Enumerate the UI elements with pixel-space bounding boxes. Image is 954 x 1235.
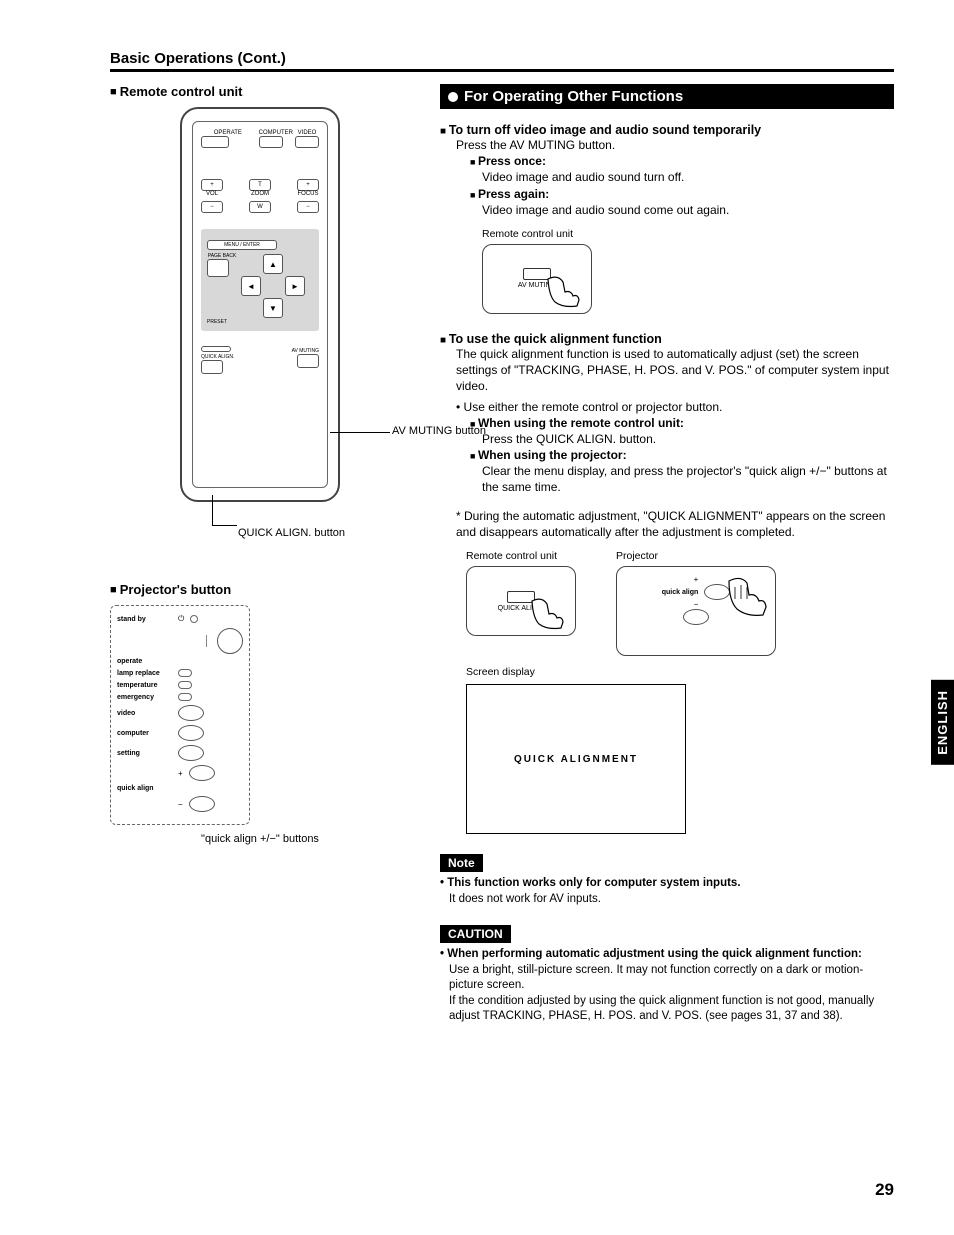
note-line1: This function works only for computer sy… bbox=[440, 877, 741, 889]
callout-av-muting: AV MUTING button bbox=[392, 425, 486, 437]
small-bar bbox=[201, 346, 231, 352]
av-muting-button bbox=[297, 354, 319, 368]
projector-illustration: stand by⏻ operate lamp replace temperatu… bbox=[110, 605, 250, 825]
caution-body1: Use a bright, still-picture screen. It m… bbox=[440, 963, 894, 994]
operate-button bbox=[201, 136, 229, 148]
sec2-body1: The quick alignment function is used to … bbox=[440, 346, 894, 395]
dpad-left: ◄ bbox=[241, 276, 261, 296]
zoom-w: W bbox=[249, 201, 271, 213]
bullet-icon bbox=[448, 92, 458, 102]
dpad-down: ▼ bbox=[263, 298, 283, 318]
section-bar: For Operating Other Functions bbox=[440, 84, 894, 109]
proj-standby: stand by bbox=[117, 616, 172, 623]
sec2-sub2: When using the projector: bbox=[440, 447, 894, 463]
note-tag: Note bbox=[440, 854, 483, 872]
sec2-sub2-body: Clear the menu display, and press the pr… bbox=[440, 463, 894, 495]
sec1-press-once-body: Video image and audio sound turn off. bbox=[440, 169, 894, 185]
page-header: Basic Operations (Cont.) bbox=[110, 50, 894, 72]
sec2-sub1-body: Press the QUICK ALIGN. button. bbox=[440, 431, 894, 447]
sec1-line1: Press the AV MUTING button. bbox=[440, 137, 894, 153]
page-number: 29 bbox=[875, 1180, 894, 1200]
sec1-heading: To turn off video image and audio sound … bbox=[440, 123, 894, 137]
remote-illustration: OPERATE COMPUTER VIDEO bbox=[180, 107, 340, 502]
sec2-fig-proj-label-text: quick align bbox=[662, 589, 699, 596]
vol-minus: − bbox=[201, 201, 223, 213]
proj-video: video bbox=[117, 710, 172, 717]
proj-operate: operate bbox=[117, 658, 172, 665]
vol-plus: + bbox=[201, 179, 223, 191]
focus-minus: − bbox=[297, 201, 319, 213]
sec1-press-once: Press once: bbox=[440, 153, 894, 169]
sec2-bullet1: Use either the remote control or project… bbox=[440, 399, 894, 415]
remote-heading: Remote control unit bbox=[110, 84, 410, 99]
label-focus: FOCUS bbox=[297, 191, 319, 197]
sec2-star: * During the automatic adjustment, "QUIC… bbox=[440, 508, 894, 540]
hand-icon bbox=[721, 573, 771, 618]
sec1-fig: AV MUTING bbox=[482, 244, 592, 314]
sec2-heading: To use the quick alignment function bbox=[440, 332, 894, 346]
sec2-fig-remote: QUICK ALIGN. bbox=[466, 566, 576, 636]
proj-temp: temperature bbox=[117, 682, 172, 689]
sec1-press-again: Press again: bbox=[440, 186, 894, 202]
focus-plus: + bbox=[297, 179, 319, 191]
language-tab: ENGLISH bbox=[931, 680, 954, 765]
computer-button bbox=[259, 136, 283, 148]
callout-quick-align: QUICK ALIGN. button bbox=[238, 527, 345, 539]
screen-text: QUICK ALIGNMENT bbox=[514, 754, 638, 765]
label-zoom: ZOOM bbox=[249, 191, 271, 197]
dpad-right: ► bbox=[285, 276, 305, 296]
dpad-area: MENU / ENTER PAGE BACK ▲ ◄► ▼ bbox=[201, 229, 319, 331]
quick-align-button bbox=[201, 360, 223, 374]
video-button bbox=[295, 136, 319, 148]
proj-computer: computer bbox=[117, 730, 172, 737]
proj-lamp: lamp replace bbox=[117, 670, 172, 677]
proj-emergency: emergency bbox=[117, 694, 172, 701]
proj-setting: setting bbox=[117, 750, 172, 757]
bar-title: For Operating Other Functions bbox=[464, 88, 683, 105]
sec2-fig-proj: + quick align − bbox=[616, 566, 776, 656]
proj-power-button bbox=[217, 628, 243, 654]
page-back-button bbox=[207, 259, 229, 277]
zoom-t: T bbox=[249, 179, 271, 191]
sec2-fig-remote-label: Remote control unit bbox=[466, 550, 576, 562]
sec1-press-again-body: Video image and audio sound come out aga… bbox=[440, 202, 894, 218]
caution-heading: When performing automatic adjustment usi… bbox=[440, 947, 894, 963]
left-column: Remote control unit OPERATE COMPUTER bbox=[110, 84, 410, 1043]
caution-tag: CAUTION bbox=[440, 925, 511, 943]
note-line2: It does not work for AV inputs. bbox=[440, 893, 601, 905]
sec1-fig-label: Remote control unit bbox=[482, 228, 894, 240]
projector-heading: Projector's button bbox=[110, 582, 410, 597]
proj-quick-align: quick align bbox=[117, 785, 172, 792]
hand-icon bbox=[543, 274, 583, 309]
screen-display-box: QUICK ALIGNMENT bbox=[466, 684, 686, 834]
dpad-up: ▲ bbox=[263, 254, 283, 274]
caution-body2: If the condition adjusted by using the q… bbox=[440, 994, 894, 1025]
right-column: For Operating Other Functions To turn of… bbox=[440, 84, 894, 1043]
label-vol: VOL bbox=[201, 191, 223, 197]
proj-callout: "quick align +/−" buttons bbox=[110, 833, 410, 845]
sec2-fig-proj-label: Projector bbox=[616, 550, 776, 562]
sec2-sub1: When using the remote control unit: bbox=[440, 415, 894, 431]
label-preset: PRESET bbox=[207, 320, 313, 325]
menu-enter-button: MENU / ENTER bbox=[207, 240, 277, 250]
screen-display-label: Screen display bbox=[466, 666, 894, 678]
hand-icon bbox=[527, 596, 567, 631]
